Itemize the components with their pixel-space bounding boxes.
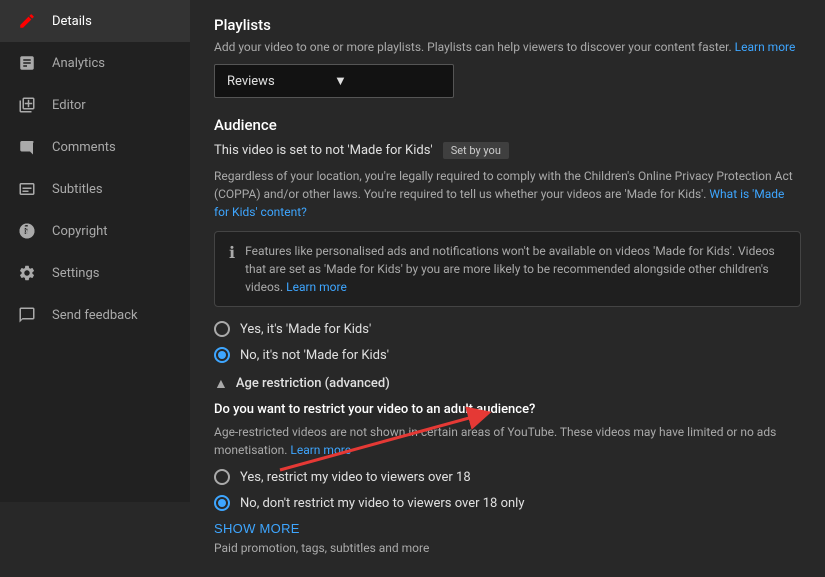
show-more-button[interactable]: SHOW MORE [214, 521, 300, 536]
radio-yes-restrict-circle [214, 469, 230, 485]
radio-no-kids-circle [214, 347, 230, 363]
sidebar-item-analytics[interactable]: Analytics [0, 42, 190, 84]
comments-icon [16, 136, 38, 158]
playlist-dropdown[interactable]: Reviews ▼ [214, 64, 454, 98]
audience-status-row: This video is set to not 'Made for Kids'… [214, 142, 801, 159]
age-restriction-desc: Age-restricted videos are not shown in c… [214, 423, 801, 459]
radio-yes-restrict-label: Yes, restrict my video to viewers over 1… [240, 470, 471, 485]
radio-yes-restrict[interactable]: Yes, restrict my video to viewers over 1… [214, 469, 801, 485]
sidebar-item-copyright-label: Copyright [52, 224, 108, 239]
sidebar-item-settings-label: Settings [52, 266, 99, 281]
main-content: Playlists Add your video to one or more … [190, 0, 825, 577]
show-more-desc: Paid promotion, tags, subtitles and more [214, 541, 801, 555]
set-by-you-badge: Set by you [443, 142, 509, 159]
sidebar-item-copyright[interactable]: © Copyright [0, 210, 190, 252]
age-restriction-title: Age restriction (advanced) [236, 376, 390, 391]
radio-yes-kids-label: Yes, it's 'Made for Kids' [240, 322, 371, 337]
chevron-up-icon: ▲ [214, 375, 228, 392]
sidebar-item-comments-label: Comments [52, 140, 116, 155]
age-restriction-header[interactable]: ▲ Age restriction (advanced) [214, 375, 801, 392]
sidebar-item-editor-label: Editor [52, 98, 86, 113]
audience-legal-text: Regardless of your location, you're lega… [214, 167, 801, 221]
age-restriction-learn-more-link[interactable]: Learn more [290, 443, 351, 457]
audience-title: Audience [214, 116, 801, 134]
sidebar-item-details-label: Details [52, 14, 92, 29]
sidebar-item-send-feedback-label: Send feedback [52, 308, 138, 323]
audience-status-text: This video is set to not 'Made for Kids' [214, 143, 433, 158]
radio-no-kids-label: No, it's not 'Made for Kids' [240, 348, 389, 363]
sidebar-item-settings[interactable]: Settings [0, 252, 190, 294]
radio-yes-kids-circle [214, 321, 230, 337]
info-box-text: Features like personalised ads and notif… [245, 242, 786, 296]
playlists-learn-more-link[interactable]: Learn more [735, 40, 796, 54]
subtitles-icon [16, 178, 38, 200]
send-feedback-icon [16, 304, 38, 326]
playlists-description: Add your video to one or more playlists.… [214, 40, 801, 54]
chevron-down-icon: ▼ [334, 73, 441, 89]
radio-no-kids[interactable]: No, it's not 'Made for Kids' [214, 347, 801, 363]
sidebar-item-send-feedback[interactable]: Send feedback [0, 294, 190, 336]
sidebar-item-subtitles-label: Subtitles [52, 182, 103, 197]
show-more-section: SHOW MORE Paid promotion, tags, subtitle… [214, 521, 801, 555]
playlists-section: Playlists Add your video to one or more … [214, 16, 801, 98]
info-box: ℹ Features like personalised ads and not… [214, 231, 801, 307]
audience-section: Audience This video is set to not 'Made … [214, 116, 801, 363]
details-icon [16, 10, 38, 32]
radio-no-restrict[interactable]: No, don't restrict my video to viewers o… [214, 495, 801, 511]
info-icon: ℹ [229, 243, 235, 296]
sidebar-item-subtitles[interactable]: Subtitles [0, 168, 190, 210]
radio-no-restrict-label: No, don't restrict my video to viewers o… [240, 496, 525, 511]
radio-no-restrict-circle [214, 495, 230, 511]
sidebar-item-editor[interactable]: Editor [0, 84, 190, 126]
analytics-icon [16, 52, 38, 74]
settings-icon [16, 262, 38, 284]
sidebar: Details Analytics Editor Comments Subtit… [0, 0, 190, 502]
sidebar-item-details[interactable]: Details [0, 0, 190, 42]
svg-text:©: © [24, 227, 30, 236]
audience-learn-more-link[interactable]: Learn more [286, 280, 347, 294]
editor-icon [16, 94, 38, 116]
playlists-title: Playlists [214, 16, 801, 34]
playlist-selected-value: Reviews [227, 74, 334, 89]
sidebar-item-comments[interactable]: Comments [0, 126, 190, 168]
radio-yes-kids[interactable]: Yes, it's 'Made for Kids' [214, 321, 801, 337]
sidebar-item-analytics-label: Analytics [52, 56, 105, 71]
content-wrapper: Playlists Add your video to one or more … [190, 0, 825, 502]
age-restriction-section: ▲ Age restriction (advanced) Do you want… [214, 375, 801, 511]
copyright-icon: © [16, 220, 38, 242]
age-restriction-question: Do you want to restrict your video to an… [214, 402, 801, 417]
